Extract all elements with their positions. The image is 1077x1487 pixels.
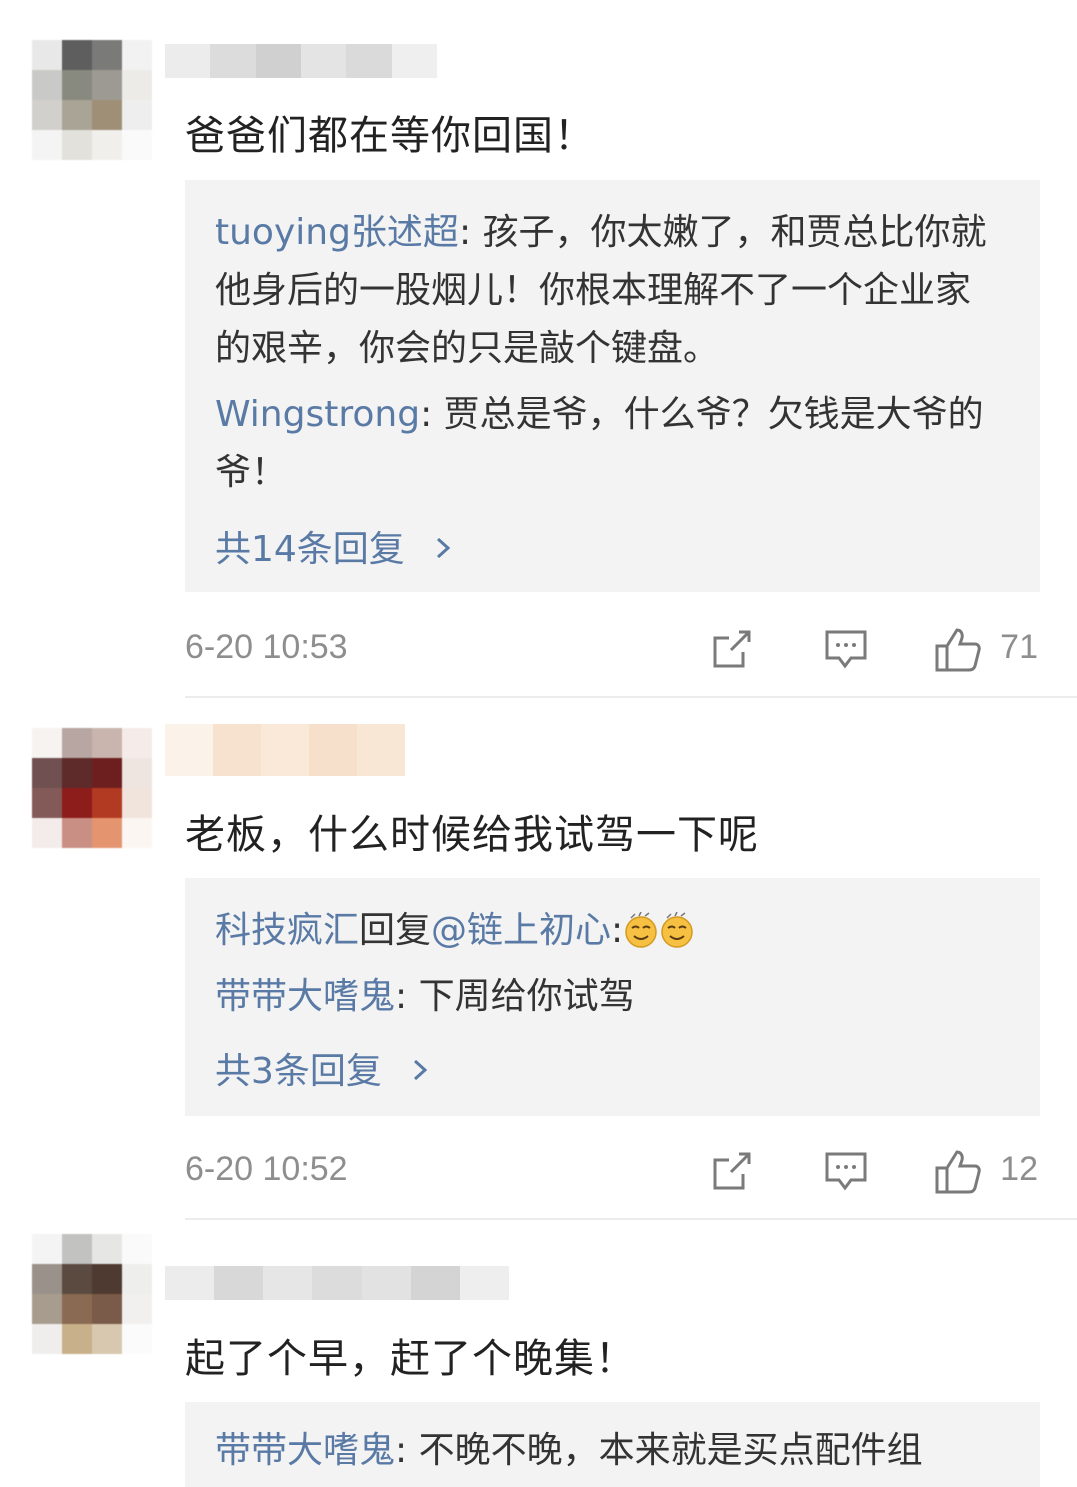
username-blurred[interactable]: [165, 1266, 509, 1300]
reply-username[interactable]: 带带大嗜鬼: [215, 976, 395, 1017]
comment-text: 起了个早，赶了个晚集！: [185, 1336, 636, 1382]
reply-username[interactable]: 带带大嗜鬼: [215, 1430, 395, 1471]
view-replies-link[interactable]: 共14条回复: [215, 520, 456, 572]
reply-text: 不晚不晚，本来就是买点配件组: [418, 1430, 923, 1471]
like-count: 71: [1000, 628, 1038, 666]
avatar[interactable]: [32, 40, 152, 160]
reply-item: Wingstrong: 贾总是爷，什么爷？欠钱是大爷的爷！: [215, 394, 984, 493]
comment-icon[interactable]: [823, 626, 869, 672]
smirk-emoji: [661, 912, 693, 948]
comment-text: 爸爸们都在等你回国！: [185, 113, 595, 159]
reply-box[interactable]: 带带大嗜鬼: 不晚不晚，本来就是买点配件组: [185, 1402, 1040, 1487]
reply-username[interactable]: 科技疯汇: [215, 910, 359, 951]
avatar[interactable]: [32, 728, 152, 848]
divider: [185, 696, 1077, 698]
like-icon[interactable]: [933, 626, 983, 674]
view-replies-link[interactable]: 共3条回复: [215, 1042, 433, 1094]
comment-text: 老板，什么时候给我试驾一下呢: [185, 812, 759, 858]
comment-item: 起了个早，赶了个晚集！ 带带大嗜鬼: 不晚不晚，本来就是买点配件组: [0, 1222, 1077, 1487]
comment-meta: 6-20 10:52 12: [185, 1142, 1040, 1202]
reply-username[interactable]: Wingstrong: [215, 394, 420, 435]
mention-link[interactable]: @链上初心: [431, 910, 611, 951]
comment-icon[interactable]: [823, 1148, 869, 1194]
reply-box[interactable]: 科技疯汇回复@链上初心: 带带大嗜鬼: 下周给你试驾 共3条回复: [185, 878, 1040, 1116]
chevron-right-icon: [437, 537, 451, 559]
timestamp: 6-20 10:53: [185, 628, 348, 666]
chevron-right-icon: [414, 1059, 428, 1081]
reply-item: tuoying张述超: 孩子，你太嫩了，和贾总比你就他身后的一股烟儿！你根本理解…: [215, 212, 987, 369]
avatar[interactable]: [32, 1234, 152, 1354]
reply-item: 带带大嗜鬼: 不晚不晚，本来就是买点配件组: [215, 1430, 923, 1471]
like-count: 12: [1000, 1150, 1038, 1188]
comment-item: 爸爸们都在等你回国！ tuoying张述超: 孩子，你太嫩了，和贾总比你就他身后…: [0, 0, 1077, 700]
reply-text: 下周给你试驾: [418, 976, 635, 1017]
reply-username[interactable]: tuoying张述超: [215, 212, 459, 253]
reply-box[interactable]: tuoying张述超: 孩子，你太嫩了，和贾总比你就他身后的一股烟儿！你根本理解…: [185, 180, 1040, 592]
reply-item: 带带大嗜鬼: 下周给你试驾: [215, 976, 635, 1017]
share-icon[interactable]: [709, 1148, 755, 1194]
divider: [185, 1218, 1077, 1220]
timestamp: 6-20 10:52: [185, 1150, 348, 1188]
username-blurred[interactable]: [165, 724, 405, 776]
comment-item: 老板，什么时候给我试驾一下呢 科技疯汇回复@链上初心: 带带大嗜鬼: 下周给你试…: [0, 700, 1077, 1220]
smirk-emoji: [625, 912, 657, 948]
reply-item: 科技疯汇回复@链上初心:: [215, 902, 1000, 960]
share-icon[interactable]: [709, 626, 755, 672]
comment-meta: 6-20 10:53 71: [185, 620, 1040, 680]
like-icon[interactable]: [933, 1148, 983, 1196]
username-blurred[interactable]: [165, 44, 437, 78]
